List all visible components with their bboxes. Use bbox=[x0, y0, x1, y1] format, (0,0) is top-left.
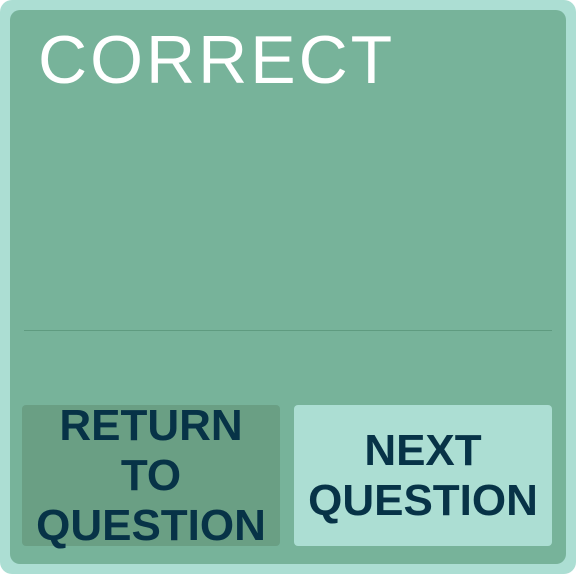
return-button-label-line2: QUESTION bbox=[36, 500, 266, 550]
result-title: CORRECT bbox=[38, 22, 396, 98]
divider bbox=[24, 330, 552, 331]
feedback-panel: CORRECT RETURN TO QUESTION NEXT QUESTION bbox=[10, 10, 566, 564]
next-button-label-line2: QUESTION bbox=[308, 475, 538, 525]
return-button-label-line1: RETURN TO bbox=[59, 400, 243, 500]
next-button-label-line1: NEXT bbox=[364, 425, 482, 475]
next-question-button[interactable]: NEXT QUESTION bbox=[294, 405, 552, 546]
return-to-question-button[interactable]: RETURN TO QUESTION bbox=[22, 401, 280, 550]
next-button-label: NEXT QUESTION bbox=[308, 426, 538, 526]
return-button-label: RETURN TO QUESTION bbox=[28, 401, 274, 551]
feedback-card-frame: CORRECT RETURN TO QUESTION NEXT QUESTION bbox=[0, 0, 576, 574]
